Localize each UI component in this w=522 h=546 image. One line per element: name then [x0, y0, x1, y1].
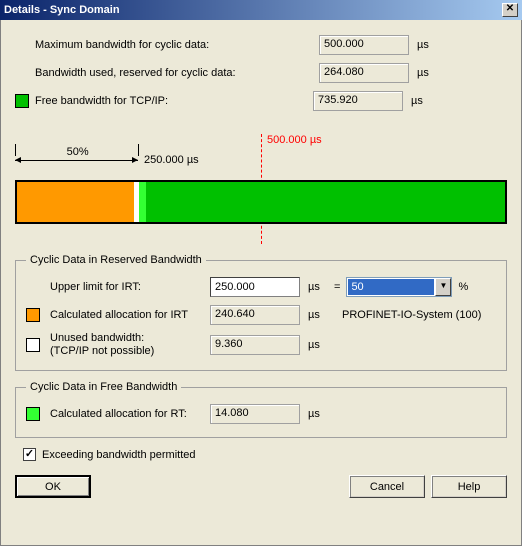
swatch-free-tcpip	[15, 94, 29, 108]
group-reserved-bandwidth: Cyclic Data in Reserved Bandwidth Upper …	[15, 254, 507, 371]
ok-button[interactable]: OK	[15, 475, 91, 498]
unit: µs	[409, 67, 437, 79]
row-exceed-checkbox: ✓ Exceeding bandwidth permitted	[23, 448, 507, 461]
label-exceed: Exceeding bandwidth permitted	[42, 449, 195, 461]
swatch-calc-irt	[26, 308, 40, 322]
label-calc-irt: Calculated allocation for IRT	[50, 309, 210, 321]
unit: µs	[300, 309, 328, 321]
unit: µs	[403, 95, 431, 107]
swatch-unused	[26, 338, 40, 352]
equals-sign: =	[328, 281, 346, 293]
button-row: OK Cancel Help	[15, 475, 507, 498]
row-unused: Unused bandwidth: (TCP/IP not possible) …	[26, 332, 496, 358]
row-used-bandwidth: Bandwidth used, reserved for cyclic data…	[15, 62, 507, 84]
help-button[interactable]: Help	[431, 475, 507, 498]
unit: µs	[300, 339, 328, 351]
close-icon[interactable]: ✕	[502, 3, 518, 17]
cancel-button[interactable]: Cancel	[349, 475, 425, 498]
label-calc-rt: Calculated allocation for RT:	[50, 408, 210, 420]
swatch-calc-rt	[26, 407, 40, 421]
value-free-bandwidth: 735.920	[313, 91, 403, 111]
label-unused-line1: Unused bandwidth:	[50, 332, 144, 344]
value-calc-rt: 14.080	[210, 404, 300, 424]
legend-reserved: Cyclic Data in Reserved Bandwidth	[26, 254, 206, 266]
row-calc-rt: Calculated allocation for RT: 14.080 µs	[26, 403, 496, 425]
value-calc-irt: 240.640	[210, 305, 300, 325]
percent-sign: %	[452, 281, 468, 293]
marker-label: 500.000 µs	[267, 134, 322, 146]
select-percent-value: 50	[348, 279, 434, 295]
bandwidth-chart: 500.000 µs 50% 250.000 µs	[15, 134, 507, 244]
seg-free-tcpip	[146, 182, 505, 222]
input-upper-limit[interactable]	[210, 277, 300, 297]
value-max-bandwidth: 500.000	[319, 35, 409, 55]
scale-us-label: 250.000 µs	[144, 154, 199, 166]
group-free-bandwidth: Cyclic Data in Free Bandwidth Calculated…	[15, 381, 507, 438]
seg-calculated-rt	[139, 182, 146, 222]
system-name: PROFINET-IO-System (100)	[328, 309, 481, 321]
select-percent[interactable]: 50 ▼	[346, 277, 452, 297]
row-upper-limit: Upper limit for IRT: µs = 50 ▼ %	[26, 276, 496, 298]
value-used-bandwidth: 264.080	[319, 63, 409, 83]
scale-pct-label: 50%	[67, 146, 89, 158]
row-max-bandwidth: Maximum bandwidth for cyclic data: 500.0…	[15, 34, 507, 56]
title-bar: Details - Sync Domain ✕	[0, 0, 522, 20]
dialog-body: Maximum bandwidth for cyclic data: 500.0…	[0, 20, 522, 546]
checkbox-exceed[interactable]: ✓	[23, 448, 36, 461]
spacer	[15, 38, 29, 52]
spacer	[26, 280, 40, 294]
label-upper-limit: Upper limit for IRT:	[50, 281, 210, 293]
value-unused: 9.360	[210, 335, 300, 355]
scale-row: 50% 250.000 µs	[15, 150, 507, 178]
unit: µs	[409, 39, 437, 51]
label-free-bandwidth: Free bandwidth for TCP/IP:	[35, 95, 279, 107]
window-title: Details - Sync Domain	[4, 4, 120, 16]
row-free-bandwidth: Free bandwidth for TCP/IP: 735.920 µs	[15, 90, 507, 112]
spacer	[15, 66, 29, 80]
bandwidth-bar	[15, 180, 507, 224]
unit: µs	[300, 408, 328, 420]
unit: µs	[300, 281, 328, 293]
row-calc-irt: Calculated allocation for IRT 240.640 µs…	[26, 304, 496, 326]
label-max-bandwidth: Maximum bandwidth for cyclic data:	[35, 39, 285, 51]
label-used-bandwidth: Bandwidth used, reserved for cyclic data…	[35, 67, 285, 79]
seg-calculated-irt	[17, 182, 134, 222]
chevron-down-icon[interactable]: ▼	[435, 278, 451, 296]
legend-free: Cyclic Data in Free Bandwidth	[26, 381, 181, 393]
label-unused-line2: (TCP/IP not possible)	[50, 345, 154, 357]
label-unused: Unused bandwidth: (TCP/IP not possible)	[50, 332, 210, 358]
